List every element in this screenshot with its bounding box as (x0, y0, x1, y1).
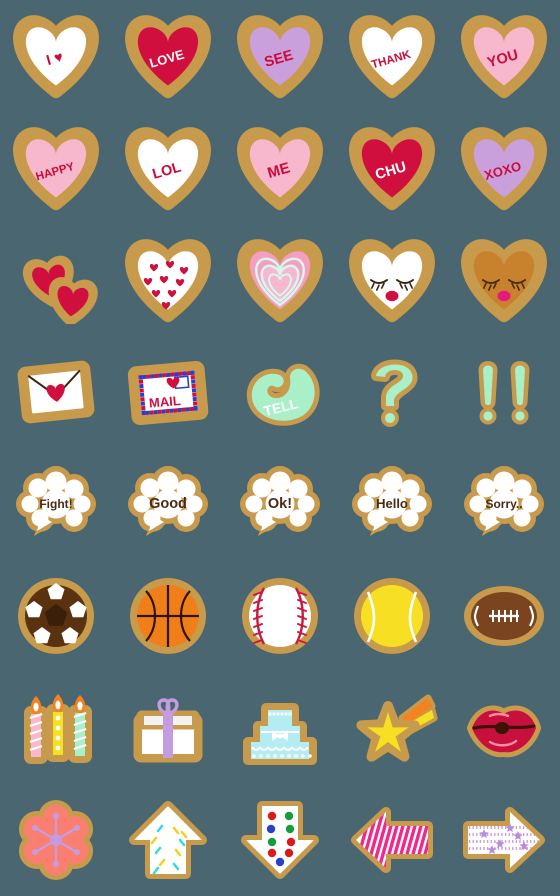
shooting-star-icon (356, 694, 438, 762)
sticker-tiered-cake[interactable]: three tier cake (224, 672, 336, 784)
double-hearts-icon (22, 255, 98, 324)
sticker-heart-lol[interactable]: LOLLOL (112, 112, 224, 224)
sticker-bubble-hello[interactable]: HelloHello (336, 448, 448, 560)
arrow-right-icon (463, 807, 545, 873)
heart-love-icon: LOVE (125, 15, 211, 99)
heart-face-white-icon (349, 239, 435, 323)
bubble-ok-icon: Ok! (240, 466, 320, 536)
sticker-love-letter[interactable]: love letter (0, 336, 112, 448)
sticker-ball-basketball[interactable]: basketball (112, 560, 224, 672)
sticker-candles[interactable]: three candles (0, 672, 112, 784)
sticker-arrow-left[interactable]: left arrow with pink stripes (336, 784, 448, 896)
tiered-cake-icon (243, 703, 317, 765)
sticker-double-hearts[interactable]: two red hearts (0, 224, 112, 336)
lips-icon (467, 705, 541, 758)
sticker-ball-soccer[interactable]: soccer ball (0, 560, 112, 672)
sticker-label: Hello (376, 496, 408, 511)
tell-cookie-icon: TELL (246, 363, 320, 426)
ball-basketball-icon (130, 578, 206, 654)
sticker-heart-layers[interactable]: layered pink heart (224, 224, 336, 336)
sticker-heart-me[interactable]: MEME (224, 112, 336, 224)
sticker-double-exclaim[interactable]: !! (448, 336, 560, 448)
ball-baseball-icon (242, 578, 318, 654)
sticker-heart-you[interactable]: YOUYOU (448, 0, 560, 112)
heart-lol-icon: LOL (125, 127, 211, 211)
bubble-fight-icon: Fight! (16, 466, 96, 536)
sticker-gift-box[interactable]: gift box (112, 672, 224, 784)
heart-thank-icon: THANK (349, 15, 435, 99)
sticker-grid: I ♥I ♥LOVELOVESEESEETHANKTHANKYOUYOU HAPP… (0, 0, 560, 896)
ball-soccer-icon (18, 578, 94, 654)
sticker-lips[interactable]: red lips (448, 672, 560, 784)
sticker-ball-football[interactable]: football (448, 560, 560, 672)
sticker-arrow-down[interactable]: down arrow with dots (224, 784, 336, 896)
sticker-flower[interactable]: pink flower (0, 784, 112, 896)
heart-layers-icon (237, 239, 323, 323)
sticker-bubble-fight[interactable]: Fight!Fight! (0, 448, 112, 560)
sticker-heart-happy[interactable]: HAPPYHAPPY (0, 112, 112, 224)
sticker-label: Fight! (39, 497, 72, 511)
heart-xoxo-icon: XOXO (461, 127, 547, 211)
sticker-tell-cookie[interactable]: TELLTELL (224, 336, 336, 448)
sticker-heart-face-white[interactable]: white kiss face heart (336, 224, 448, 336)
sticker-heart-thank[interactable]: THANKTHANK (336, 0, 448, 112)
arrow-up-icon (129, 801, 207, 879)
candles-icon (24, 694, 92, 764)
gift-box-icon (133, 698, 203, 763)
sticker-heart-love[interactable]: LOVELOVE (112, 0, 224, 112)
heart-face-choc-icon (461, 239, 547, 323)
sticker-heart-dots[interactable]: white heart with red hearts (112, 224, 224, 336)
sticker-heart-see[interactable]: SEESEE (224, 0, 336, 112)
sticker-ball-tennis[interactable]: tennis ball (336, 560, 448, 672)
svg-text:MAIL: MAIL (148, 393, 181, 411)
heart-happy-icon: HAPPY (13, 127, 99, 211)
sticker-heart-chu[interactable]: CHUCHU (336, 112, 448, 224)
bubble-good-icon: Good (128, 466, 208, 536)
love-letter-icon (17, 360, 95, 424)
sticker-label: Ok! (268, 496, 292, 512)
sticker-arrow-right[interactable]: right arrow with purple stars (448, 784, 560, 896)
question-mark-icon (371, 359, 418, 427)
sticker-bubble-good[interactable]: GoodGood (112, 448, 224, 560)
mail-postcard-icon: MAIL (127, 360, 209, 426)
sticker-heart-face-choc[interactable]: chocolate kiss face heart (448, 224, 560, 336)
sticker-arrow-up[interactable]: up arrow with sprinkles (112, 784, 224, 896)
sticker-bubble-ok[interactable]: Ok!Ok! (224, 448, 336, 560)
ball-football-icon (464, 586, 544, 646)
sticker-shooting-star[interactable]: shooting star (336, 672, 448, 784)
sticker-heart-i-love[interactable]: I ♥I ♥ (0, 0, 112, 112)
arrow-down-icon (241, 801, 319, 879)
sticker-mail-postcard[interactable]: MAILMAIL (112, 336, 224, 448)
ball-tennis-icon (354, 578, 430, 654)
sticker-ball-baseball[interactable]: baseball (224, 560, 336, 672)
double-exclaim-icon (478, 361, 530, 425)
heart-see-icon: SEE (237, 15, 323, 99)
flower-icon (18, 800, 94, 880)
sticker-label: Sorry.. (485, 497, 522, 511)
bubble-hello-icon: Hello (352, 466, 432, 536)
heart-i-love-icon: I ♥ (13, 15, 99, 99)
heart-me-icon: ME (237, 127, 323, 211)
heart-you-icon: YOU (461, 15, 547, 99)
heart-dots-icon (125, 239, 211, 323)
sticker-heart-xoxo[interactable]: XOXOXOXO (448, 112, 560, 224)
bubble-sorry-icon: Sorry.. (464, 466, 544, 536)
sticker-bubble-sorry[interactable]: Sorry..Sorry.. (448, 448, 560, 560)
sticker-label: Good (149, 496, 187, 512)
heart-chu-icon: CHU (349, 127, 435, 211)
sticker-question-mark[interactable]: ? (336, 336, 448, 448)
arrow-left-icon (351, 807, 433, 873)
